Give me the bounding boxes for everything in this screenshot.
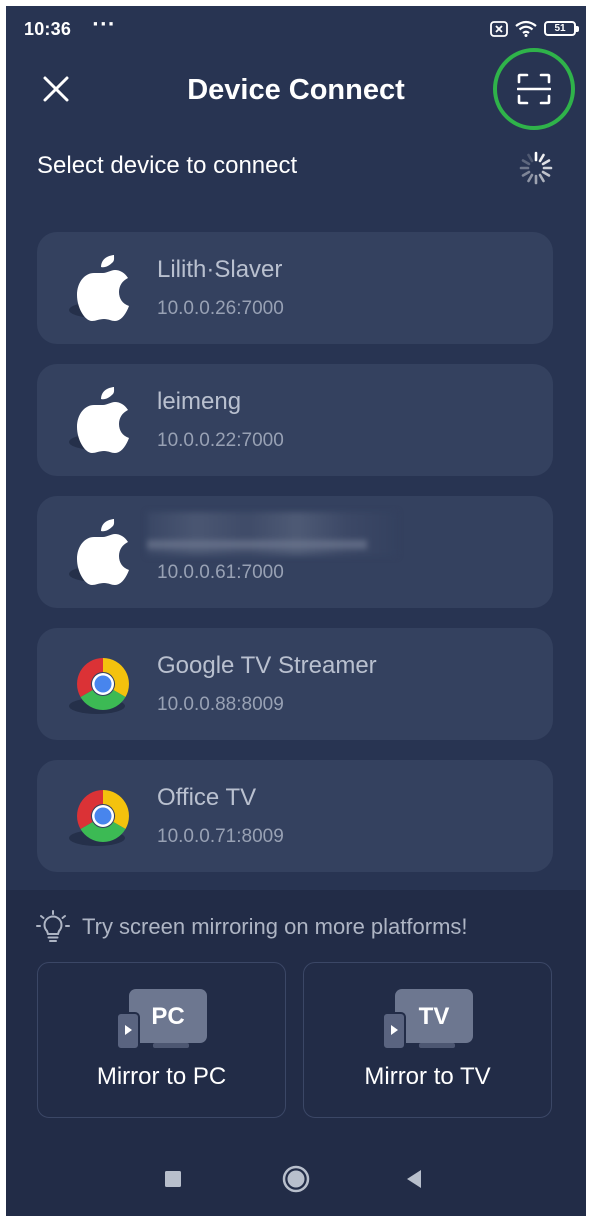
status-time: 10:36 [24, 19, 72, 39]
battery-icon: 51 [544, 21, 579, 36]
device-connect-screen: 10:36 ··· 51 Device Connect Select devic… [6, 6, 586, 1216]
device-card[interactable]: 10.0.0.61:7000 [37, 496, 553, 608]
redacted-device-name [147, 512, 397, 556]
circle-icon [282, 1165, 310, 1193]
scan-icon [517, 73, 551, 105]
scan-button[interactable] [493, 48, 575, 130]
pc-monitor-icon: PC [117, 989, 207, 1050]
tv-monitor-icon: TV [383, 989, 473, 1050]
pc-badge: PC [151, 1003, 184, 1030]
status-icons: 51 [490, 20, 579, 37]
wifi-icon [515, 20, 537, 37]
lightbulb-icon [36, 910, 70, 942]
device-address: 10.0.0.71:8009 [157, 826, 284, 847]
notification-more-icon: ··· [92, 14, 116, 35]
apple-icon [77, 387, 129, 453]
device-card[interactable]: leimeng 10.0.0.22:7000 [37, 364, 553, 476]
sim-off-icon [490, 20, 508, 37]
mirror-to-pc-label: Mirror to PC [96, 1063, 227, 1090]
status-bar: 10:36 ··· 51 [6, 6, 586, 54]
device-name: Lilith·Slaver [157, 256, 283, 283]
tv-badge: TV [419, 1003, 450, 1030]
device-address: 10.0.0.26:7000 [157, 298, 284, 319]
close-button[interactable] [34, 68, 78, 112]
mirror-to-tv-button[interactable]: TV Mirror to TV [303, 962, 552, 1118]
device-name: Google TV Streamer [157, 652, 377, 679]
device-address: 10.0.0.61:7000 [157, 562, 284, 583]
mirror-to-tv-label: Mirror to TV [364, 1063, 491, 1090]
device-card[interactable]: Office TV 10.0.0.71:8009 [37, 760, 553, 872]
section-title: Select device to connect [37, 152, 298, 179]
system-nav-bar [6, 1142, 586, 1216]
back-button[interactable] [397, 1162, 431, 1196]
square-icon [165, 1171, 181, 1187]
device-name: leimeng [157, 388, 242, 415]
back-triangle-icon [407, 1170, 421, 1188]
mirror-to-pc-button[interactable]: PC Mirror to PC [37, 962, 286, 1118]
device-address: 10.0.0.22:7000 [157, 430, 284, 451]
apple-icon [77, 519, 129, 585]
tip-text: Try screen mirroring on more platforms! [82, 914, 468, 939]
chrome-icon [77, 658, 129, 710]
tip-row: Try screen mirroring on more platforms! [36, 910, 468, 944]
device-card[interactable]: Google TV Streamer 10.0.0.88:8009 [37, 628, 553, 740]
close-icon [43, 76, 69, 102]
device-address: 10.0.0.88:8009 [157, 694, 284, 715]
device-list: Lilith·Slaver 10.0.0.26:7000 leimeng 10.… [37, 232, 553, 892]
apple-icon [77, 255, 129, 321]
device-card[interactable]: Lilith·Slaver 10.0.0.26:7000 [37, 232, 553, 344]
recent-apps-button[interactable] [156, 1162, 190, 1196]
battery-level: 51 [554, 23, 566, 34]
loading-spinner-icon [519, 151, 553, 185]
device-name: Office TV [157, 784, 257, 811]
home-button[interactable] [279, 1162, 313, 1196]
chrome-icon [77, 790, 129, 842]
